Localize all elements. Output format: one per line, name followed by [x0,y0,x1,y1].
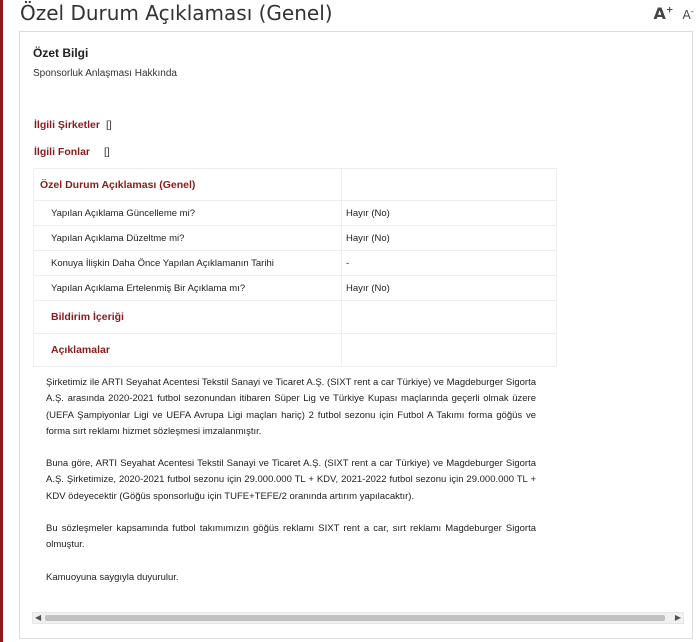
table-row: Konuya İlişkin Daha Önce Yapılan Açıklam… [33,250,557,276]
summary-title: Özet Bilgi [33,46,89,60]
paragraph: Şirketimiz ile ARTI Seyahat Acentesi Tek… [46,377,536,437]
section-cell: Açıklamalar [33,333,342,367]
font-decrease-button[interactable]: A- [682,7,694,22]
related-funds-value: [] [104,146,110,158]
font-increase-button[interactable]: A+ [654,4,674,23]
paragraph: Buna göre, ARTI Seyahat Acentesi Tekstil… [46,458,536,502]
scroll-left-icon[interactable]: ◀ [35,613,41,623]
details-header-cell: Özel Durum Açıklaması (Genel) [33,168,342,201]
section-notification-title: Bildirim İçeriği [51,311,124,323]
horizontal-scrollbar[interactable]: ◀ ▶ [32,612,684,624]
row-value: Hayır (No) [341,200,557,226]
section-explanations-title: Açıklamalar [51,344,110,356]
details-table: Özel Durum Açıklaması (Genel) Yapılan Aç… [33,168,557,367]
row-value: - [341,250,557,276]
table-row: Yapılan Açıklama Güncelleme mi? Hayır (N… [33,200,557,226]
section-cell: Bildirim İçeriği [33,300,342,334]
scrollbar-thumb[interactable] [45,615,665,621]
related-companies[interactable]: İlgili Şirketler [] [34,119,112,131]
row-value: Hayır (No) [341,275,557,301]
row-label: Yapılan Açıklama Güncelleme mi? [33,200,342,226]
section-row: Bildirim İçeriği [33,300,557,334]
related-companies-value: [] [105,119,112,131]
disclosure-panel: Özet Bilgi Sponsorluk Anlaşması Hakkında… [19,31,693,639]
summary-subtitle: Sponsorluk Anlaşması Hakkında [33,68,177,79]
explanation-text: Şirketimiz ile ARTI Seyahat Acentesi Tek… [46,375,536,602]
font-size-tools: A+ A- [654,4,695,23]
details-header: Özel Durum Açıklaması (Genel) [40,178,196,191]
section-row: Açıklamalar [33,333,557,367]
related-companies-label: İlgili Şirketler [34,119,100,131]
row-label: Konuya İlişkin Daha Önce Yapılan Açıklam… [33,250,342,276]
paragraph: Kamuoyuna saygıyla duyurulur. [46,571,179,583]
scroll-right-icon[interactable]: ▶ [675,613,681,623]
details-header-row: Özel Durum Açıklaması (Genel) [33,168,557,201]
table-row: Yapılan Açıklama Düzeltme mi? Hayır (No) [33,225,557,251]
page-title: Özel Durum Açıklaması (Genel) [20,1,333,25]
related-funds[interactable]: İlgili Fonlar [] [34,146,110,158]
font-decrease-sign: - [690,7,694,17]
section-empty [341,333,557,367]
related-funds-label: İlgili Fonlar [34,146,91,158]
paragraph: Bu sözleşmeler kapsamında futbol takımım… [46,523,536,551]
table-row: Yapılan Açıklama Ertelenmiş Bir Açıklama… [33,275,557,301]
row-value: Hayır (No) [341,225,557,251]
row-label: Yapılan Açıklama Ertelenmiş Bir Açıklama… [33,275,342,301]
row-label: Yapılan Açıklama Düzeltme mi? [33,225,342,251]
font-increase-sign: + [665,5,674,16]
details-header-empty [341,168,557,201]
font-decrease-letter: A [682,8,691,22]
section-empty [341,300,557,334]
font-increase-letter: A [653,4,666,23]
left-accent-stripe [0,0,3,642]
